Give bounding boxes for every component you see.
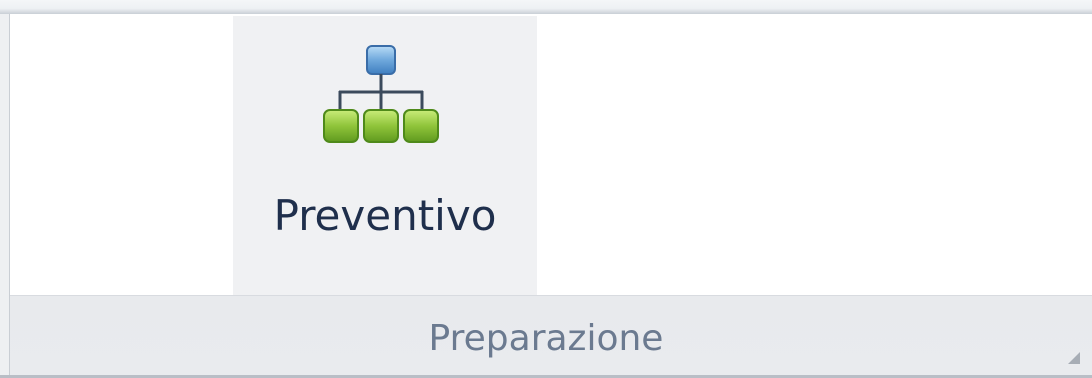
preventivo-button[interactable]: Preventivo — [233, 16, 537, 306]
group-title: Preparazione — [428, 318, 664, 359]
ribbon: Preventivo Preparazione — [0, 0, 1092, 378]
ribbon-top-border — [0, 0, 1092, 14]
ribbon-group-footer: Preparazione — [10, 295, 1092, 375]
hierarchy-icon — [321, 40, 441, 160]
dialog-launcher-icon[interactable] — [1066, 349, 1080, 364]
ribbon-group-body — [10, 14, 1092, 295]
preventivo-label: Preventivo — [273, 191, 497, 240]
